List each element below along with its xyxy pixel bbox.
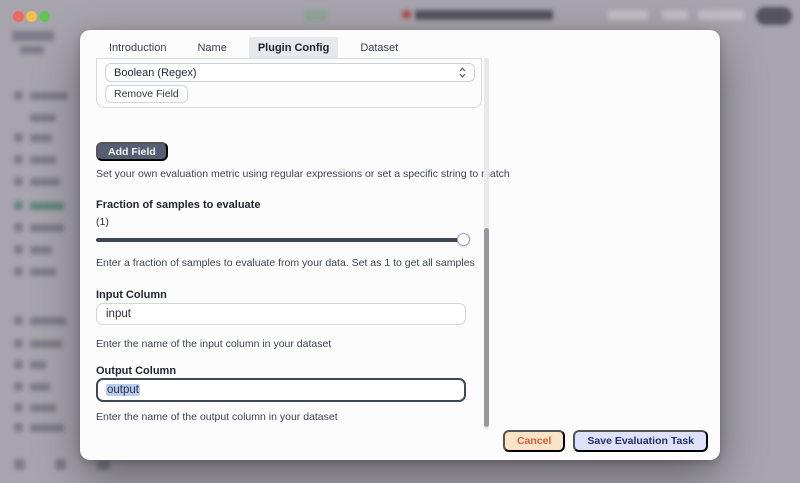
input-column-field[interactable] xyxy=(96,303,466,325)
sidebar-item-blur xyxy=(30,268,56,276)
input-column-help-text: Enter the name of the input column in yo… xyxy=(96,338,331,350)
modal-scrollbar-thumb[interactable] xyxy=(484,228,489,427)
sidebar-item-blur xyxy=(30,424,64,432)
sidebar-icon-blur xyxy=(14,382,23,391)
toolbar-item-blur xyxy=(698,10,744,20)
add-field-button[interactable]: Add Field xyxy=(96,142,168,161)
sidebar-item-blur xyxy=(30,383,50,391)
select-chevrons-icon xyxy=(459,67,466,78)
sidebar-item-active-blur xyxy=(30,202,64,210)
account-pill xyxy=(756,7,792,25)
sidebar-item-blur xyxy=(30,92,68,100)
output-column-field[interactable]: output xyxy=(96,378,466,402)
sidebar-icon-blur xyxy=(14,360,23,369)
sidebar-icon-blur xyxy=(14,133,23,142)
input-column-label: Input Column xyxy=(96,289,167,301)
sidebar-item-blur xyxy=(30,404,56,412)
toolbar-item-blur xyxy=(662,10,688,20)
sidebar-item-blur xyxy=(30,246,52,254)
sidebar-item-blur xyxy=(30,114,56,122)
sidebar-icon-active-blur xyxy=(14,201,23,210)
sidebar-icon-blur xyxy=(14,177,23,186)
remove-field-button[interactable]: Remove Field xyxy=(105,85,188,103)
fraction-value: (1) xyxy=(96,216,109,228)
sidebar-sub-blur xyxy=(20,46,44,54)
tab-name[interactable]: Name xyxy=(188,37,235,60)
bottom-icon-blur xyxy=(55,459,66,470)
fraction-slider[interactable] xyxy=(96,233,470,247)
plugin-config-panel: Boolean (Regex) Remove Field Add Field S… xyxy=(96,58,482,430)
slider-knob[interactable] xyxy=(457,233,470,246)
sidebar-item-blur xyxy=(30,178,60,186)
metric-field-group: Boolean (Regex) Remove Field xyxy=(96,58,482,108)
output-column-value: output xyxy=(106,384,140,396)
sidebar-icon-blur xyxy=(14,267,23,276)
metric-help-text: Set your own evaluation metric using reg… xyxy=(96,168,510,180)
output-column-label: Output Column xyxy=(96,365,176,377)
bottom-icon-blur xyxy=(14,459,25,470)
sidebar-item-blur xyxy=(30,224,64,232)
tab-plugin-config[interactable]: Plugin Config xyxy=(249,37,338,60)
tab-title-blur xyxy=(415,10,553,20)
modal-scrollbar-track[interactable] xyxy=(484,58,489,430)
fraction-label: Fraction of samples to evaluate xyxy=(96,199,260,211)
field-type-select[interactable]: Boolean (Regex) xyxy=(105,63,475,82)
tab-dataset[interactable]: Dataset xyxy=(351,37,407,60)
sidebar-icon-blur xyxy=(14,339,23,348)
sidebar-item-blur xyxy=(30,317,66,325)
field-type-value: Boolean (Regex) xyxy=(114,67,197,79)
sidebar-icon-blur xyxy=(14,316,23,325)
tab-favicon xyxy=(402,10,411,19)
sidebar-icon-blur xyxy=(14,91,23,100)
output-column-help-text: Enter the name of the output column in y… xyxy=(96,411,338,423)
sidebar-icon-blur xyxy=(14,423,23,432)
sidebar-icon-blur xyxy=(14,223,23,232)
window-zoom-button[interactable] xyxy=(39,11,50,22)
slider-track[interactable] xyxy=(96,238,470,242)
sidebar-logo-blur xyxy=(12,31,54,41)
sidebar-item-blur xyxy=(30,361,46,369)
tab-introduction[interactable]: Introduction xyxy=(100,37,175,60)
sidebar-icon-blur xyxy=(14,245,23,254)
window-minimize-button[interactable] xyxy=(26,11,37,22)
sidebar-icon-blur xyxy=(14,155,23,164)
evaluation-task-modal: Introduction Name Plugin Config Dataset … xyxy=(80,30,720,460)
cancel-button[interactable]: Cancel xyxy=(503,430,565,452)
sidebar-item-blur xyxy=(30,134,52,142)
modal-footer: Cancel Save Evaluation Task xyxy=(503,430,708,452)
toolbar-badge xyxy=(305,9,327,21)
modal-tab-bar: Introduction Name Plugin Config Dataset xyxy=(80,36,720,60)
toolbar-item-blur xyxy=(608,10,648,20)
sidebar-item-blur xyxy=(30,156,56,164)
window-close-button[interactable] xyxy=(13,11,24,22)
bottom-icon-blur xyxy=(97,461,110,470)
save-evaluation-task-button[interactable]: Save Evaluation Task xyxy=(573,430,708,452)
sidebar-icon-blur xyxy=(14,403,23,412)
sidebar-item-blur xyxy=(30,340,62,348)
fraction-help-text: Enter a fraction of samples to evaluate … xyxy=(96,257,475,269)
